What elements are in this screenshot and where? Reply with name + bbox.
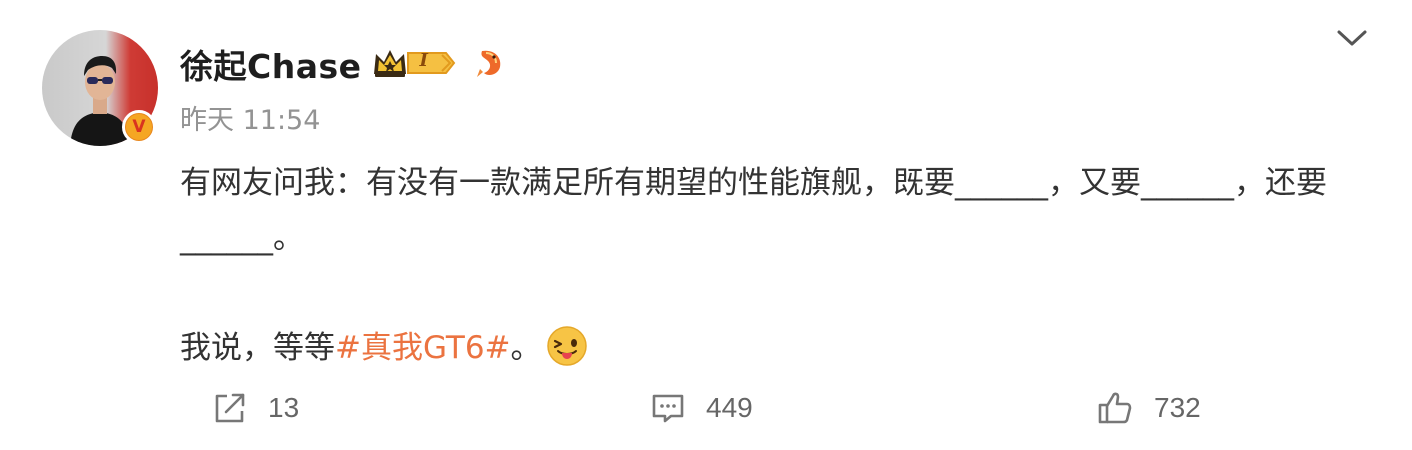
thumbs-up-icon [1098,392,1132,424]
share-icon [215,393,245,423]
repost-button[interactable]: 13 [212,382,299,434]
repost-count: 13 [268,392,300,423]
verified-badge-icon: V [122,110,156,144]
crown-badge-icon[interactable]: I [372,44,456,84]
hashtag-link[interactable]: #真我GT6# [335,330,511,366]
verified-mark: V [126,114,152,140]
post-paragraph: 我说，等等#真我GT6#。 [180,321,1360,385]
comment-count: 449 [706,392,753,423]
post-header: 徐起Chase I [180,40,508,88]
post-text-prefix: 我说，等等 [180,330,335,366]
comment-icon [652,394,684,423]
post-paragraph: 有网友问我：有没有一款满足所有期望的性能旗舰，既要______，又要______… [180,165,1327,256]
action-bar: 13 449 732 [0,382,1412,434]
chevron-down-icon [1337,30,1367,46]
comment-button[interactable]: 449 [650,382,753,434]
post-timestamp[interactable]: 昨天 11:54 [180,98,320,137]
tongue-wink-emoji-icon [546,325,588,385]
more-options-button[interactable] [1334,24,1370,54]
badge-level: I [419,50,428,71]
post-body: 有网友问我：有没有一款满足所有期望的性能旗舰，既要______，又要______… [180,156,1360,385]
username[interactable]: 徐起Chase [180,40,362,88]
avatar[interactable]: V [42,30,158,146]
like-count: 732 [1154,392,1201,423]
post-text-suffix: 。 [510,330,542,366]
like-button[interactable]: 732 [1096,382,1201,434]
fish-badge-icon[interactable] [474,45,508,83]
